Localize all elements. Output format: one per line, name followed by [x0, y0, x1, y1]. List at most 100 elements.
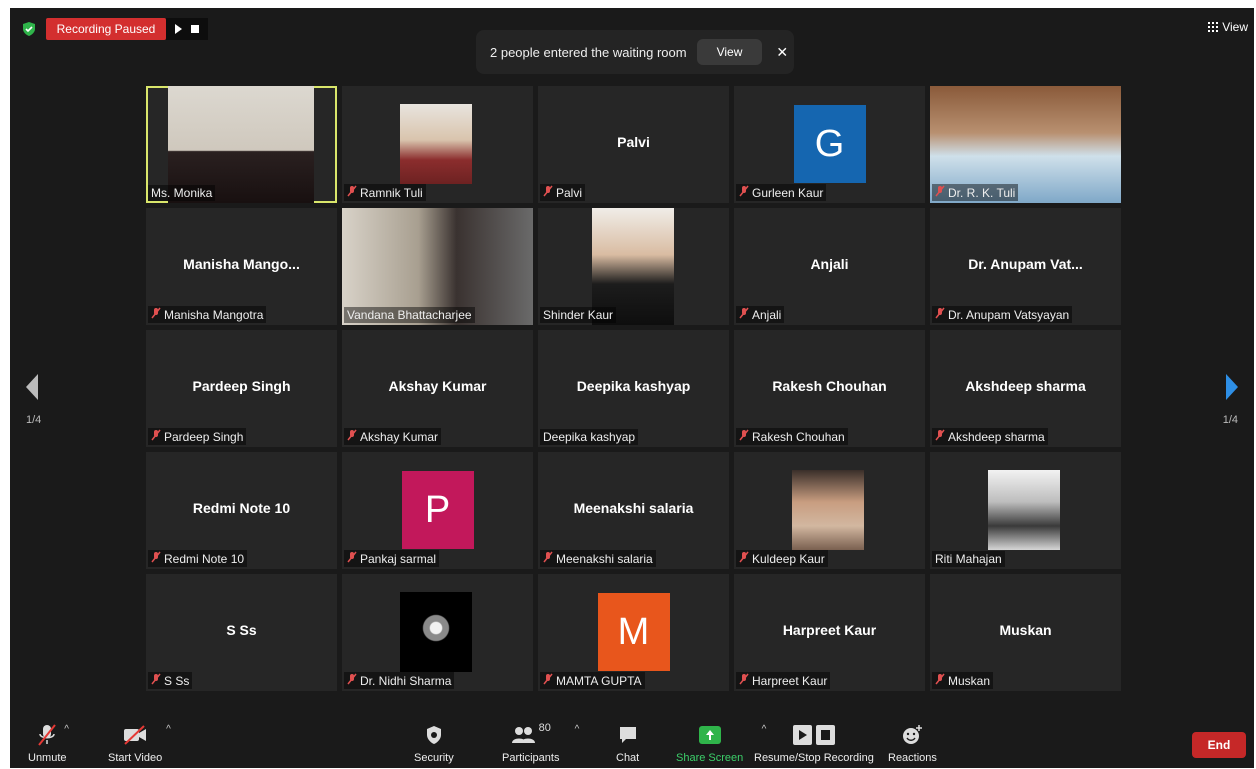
muted-microphone-icon [151, 307, 161, 322]
previous-page-arrow-icon[interactable] [26, 374, 38, 400]
resume-recording-icon[interactable] [175, 24, 182, 34]
security-button[interactable]: Security [414, 722, 454, 764]
unmute-label: Unmute [28, 752, 67, 764]
participant-tile[interactable]: Akshdeep sharma Akshdeep sharma [930, 330, 1121, 447]
participant-name-label: Meenakshi salaria [540, 550, 656, 567]
participant-tile[interactable]: Shinder Kaur [538, 208, 729, 325]
participant-name-label: Gurleen Kaur [736, 184, 827, 201]
share-screen-icon [698, 726, 721, 744]
participant-name-text: Dr. Anupam Vatsyayan [948, 307, 1070, 322]
resume-stop-recording-button[interactable]: Resume/Stop Recording [754, 722, 874, 764]
share-screen-label: Share Screen [676, 752, 744, 764]
chevron-up-icon[interactable]: ^ [64, 724, 69, 735]
stop-recording-icon[interactable] [191, 25, 199, 33]
muted-microphone-icon [38, 724, 57, 746]
chevron-up-icon[interactable]: ^ [166, 724, 171, 735]
recording-controls [166, 18, 208, 40]
participant-tile[interactable]: Akshay Kumar Akshay Kumar [342, 330, 533, 447]
participant-display-name: Meenakshi salaria [573, 500, 694, 516]
participants-button[interactable]: 80 ^ Participants [502, 722, 579, 764]
participant-tile[interactable]: Harpreet Kaur Harpreet Kaur [734, 574, 925, 691]
participant-name-label: Akshdeep sharma [932, 428, 1048, 445]
participant-photo [400, 592, 472, 672]
participant-photo [792, 470, 864, 550]
participant-tile[interactable]: Palvi Palvi [538, 86, 729, 203]
participant-tile[interactable]: Meenakshi salaria Meenakshi salaria [538, 452, 729, 569]
view-menu-button[interactable]: View [1208, 20, 1248, 34]
participant-tile[interactable]: S Ss S Ss [146, 574, 337, 691]
participant-name-text: Meenakshi salaria [556, 551, 653, 566]
participant-name-text: Harpreet Kaur [752, 673, 828, 688]
participant-tile[interactable]: G Gurleen Kaur [734, 86, 925, 203]
participant-tile[interactable]: Redmi Note 10 Redmi Note 10 [146, 452, 337, 569]
participant-name-text: Anjali [752, 307, 782, 322]
next-page-arrow-icon[interactable] [1226, 374, 1238, 400]
participant-name-label: Ramnik Tuli [344, 184, 426, 201]
participant-name-text: Muskan [948, 673, 991, 688]
security-shield-icon [23, 22, 35, 36]
participant-avatar: G [793, 105, 866, 183]
muted-microphone-icon [543, 185, 553, 200]
muted-microphone-icon [739, 429, 749, 444]
waiting-room-view-button[interactable]: View [696, 39, 763, 65]
participant-name-label: Redmi Note 10 [148, 550, 248, 567]
close-icon[interactable]: ✕ [776, 44, 788, 61]
participant-display-name: S Ss [226, 622, 257, 638]
recording-status-badge: Recording Paused [46, 18, 166, 40]
participant-tile[interactable]: M MAMTA GUPTA [538, 574, 729, 691]
participant-name-label: Muskan [932, 672, 994, 689]
chat-bubble-icon [619, 727, 636, 743]
participant-name-label: Kuldeep Kaur [736, 550, 828, 567]
participant-display-name: Pardeep Singh [192, 378, 291, 394]
participant-name-label: Akshay Kumar [344, 428, 442, 445]
participant-name-text: Pankaj sarmal [360, 551, 437, 566]
chat-button[interactable]: Chat [616, 722, 639, 764]
share-screen-button[interactable]: ^ Share Screen [676, 722, 766, 764]
participant-tile[interactable]: Muskan Muskan [930, 574, 1121, 691]
participant-tile[interactable]: Pardeep Singh Pardeep Singh [146, 330, 337, 447]
participant-name-text: Kuldeep Kaur [752, 551, 825, 566]
participant-name-label: Vandana Bhattacharjee [344, 307, 475, 323]
participant-tile[interactable]: Rakesh Chouhan Rakesh Chouhan [734, 330, 925, 447]
recording-label: Resume/Stop Recording [754, 752, 874, 764]
participant-tile[interactable]: Anjali Anjali [734, 208, 925, 325]
participant-name-text: Redmi Note 10 [164, 551, 245, 566]
participant-name-label: Dr. R. K. Tuli [932, 184, 1019, 201]
participant-display-name: Deepika kashyap [576, 378, 691, 394]
participant-name-label: Anjali [736, 306, 785, 323]
unmute-button[interactable]: ^ Unmute [28, 722, 69, 764]
participant-name-text: Ramnik Tuli [360, 185, 423, 200]
participant-tile[interactable]: P Pankaj sarmal [342, 452, 533, 569]
waiting-room-text: 2 people entered the waiting room [490, 44, 687, 60]
participant-name-label: Dr. Anupam Vatsyayan [932, 306, 1073, 323]
reactions-smiley-icon [903, 725, 923, 744]
muted-microphone-icon [935, 185, 945, 200]
participant-tile[interactable]: Deepika kashyap Deepika kashyap [538, 330, 729, 447]
participant-name-text: Akshdeep sharma [948, 429, 1045, 444]
participant-photo [400, 104, 472, 184]
participant-tile[interactable]: Kuldeep Kaur [734, 452, 925, 569]
waiting-room-notification: 2 people entered the waiting room View ✕ [476, 30, 794, 74]
participant-tile[interactable]: Ms. Monika [146, 86, 337, 203]
participant-tile[interactable]: Manisha Mango... Manisha Mangotra [146, 208, 337, 325]
participant-name-label: Harpreet Kaur [736, 672, 831, 689]
participant-tile[interactable]: Dr. Anupam Vat... Dr. Anupam Vatsyayan [930, 208, 1121, 325]
reactions-button[interactable]: Reactions [888, 722, 937, 764]
participant-name-label: Rakesh Chouhan [736, 428, 848, 445]
participant-tile[interactable]: Riti Mahajan [930, 452, 1121, 569]
chevron-up-icon[interactable]: ^ [575, 724, 580, 735]
start-video-button[interactable]: ^ Start Video [108, 722, 171, 764]
muted-microphone-icon [543, 551, 553, 566]
participant-tile[interactable]: Dr. Nidhi Sharma [342, 574, 533, 691]
participant-display-name: Palvi [617, 134, 650, 150]
participant-tile[interactable]: Dr. R. K. Tuli [930, 86, 1121, 203]
muted-microphone-icon [151, 429, 161, 444]
participant-name-label: S Ss [148, 672, 193, 689]
participant-tile[interactable]: Ramnik Tuli [342, 86, 533, 203]
participant-display-name: Akshdeep sharma [965, 378, 1086, 394]
muted-microphone-icon [347, 185, 357, 200]
end-meeting-button[interactable]: End [1192, 732, 1246, 758]
participant-name-text: MAMTA GUPTA [556, 673, 642, 688]
participant-name-text: Dr. R. K. Tuli [948, 185, 1016, 200]
participant-tile[interactable]: Vandana Bhattacharjee [342, 208, 533, 325]
